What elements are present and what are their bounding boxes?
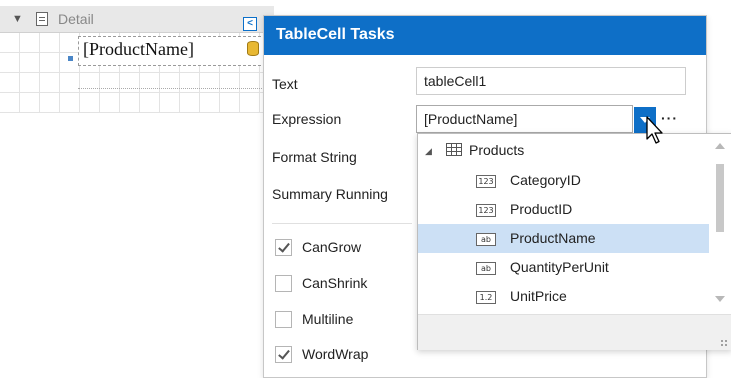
text-input[interactable]: tableCell1 bbox=[416, 67, 686, 95]
scroll-up-icon[interactable] bbox=[715, 143, 725, 149]
expression-label: Expression bbox=[272, 111, 342, 127]
selection-handle[interactable] bbox=[68, 56, 73, 61]
table-cell-text: [ProductName] bbox=[83, 39, 194, 59]
numeric-type-icon: 123 bbox=[476, 175, 496, 188]
string-type-icon: ab bbox=[476, 233, 496, 246]
field-item-unitprice[interactable]: 1.2 UnitPrice bbox=[418, 282, 709, 311]
field-label: ProductID bbox=[510, 201, 573, 217]
expand-arrow-icon[interactable]: ◢ bbox=[425, 146, 432, 157]
wordwrap-checkbox[interactable] bbox=[275, 346, 292, 363]
field-item-productname[interactable]: ab ProductName bbox=[418, 224, 709, 253]
dropdown-footer bbox=[418, 314, 731, 350]
field-label: QuantityPerUnit bbox=[510, 259, 609, 275]
field-label: UnitPrice bbox=[510, 288, 567, 304]
detail-band-header[interactable]: ▼ Detail < bbox=[0, 6, 274, 33]
smart-tag-icon[interactable]: < bbox=[243, 17, 257, 31]
tree-node-products[interactable]: ◢ Products bbox=[418, 136, 709, 165]
field-item-categoryid[interactable]: 123 CategoryID bbox=[418, 166, 709, 195]
vertical-scrollbar[interactable] bbox=[709, 134, 731, 314]
cangrow-checkbox[interactable] bbox=[275, 239, 292, 256]
table-cell[interactable]: [ProductName] bbox=[78, 36, 266, 66]
database-icon bbox=[247, 41, 259, 56]
decimal-type-icon: 1.2 bbox=[476, 291, 496, 304]
band-label: Detail bbox=[58, 11, 94, 27]
string-type-icon: ab bbox=[476, 262, 496, 275]
numeric-type-icon: 123 bbox=[476, 204, 496, 217]
table-icon bbox=[446, 143, 462, 156]
collapse-arrow-icon[interactable]: ▼ bbox=[12, 13, 23, 25]
field-label: ProductName bbox=[510, 230, 596, 246]
panel-title: TableCell Tasks bbox=[276, 26, 395, 43]
panel-header: TableCell Tasks bbox=[264, 16, 706, 55]
resize-grip-icon[interactable] bbox=[720, 339, 728, 347]
multiline-checkbox[interactable] bbox=[275, 311, 292, 328]
field-item-productid[interactable]: 123 ProductID bbox=[418, 195, 709, 224]
scroll-thumb[interactable] bbox=[716, 164, 724, 232]
format-string-label: Format String bbox=[272, 149, 357, 165]
expression-input[interactable]: [ProductName] bbox=[416, 105, 633, 133]
field-label: CategoryID bbox=[510, 172, 581, 188]
field-item-quantityperunit[interactable]: ab QuantityPerUnit bbox=[418, 253, 709, 282]
cell-divider bbox=[78, 88, 264, 89]
text-label: Text bbox=[272, 76, 298, 92]
summary-running-label: Summary Running bbox=[272, 186, 388, 202]
tree-node-label: Products bbox=[469, 142, 525, 158]
field-tree: ◢ Products 123 CategoryID 123 ProductID … bbox=[418, 134, 709, 314]
canshrink-checkbox[interactable] bbox=[275, 275, 292, 292]
scroll-down-icon[interactable] bbox=[715, 296, 725, 302]
panel-divider bbox=[272, 223, 412, 224]
wordwrap-label[interactable]: WordWrap bbox=[302, 346, 368, 362]
cangrow-label[interactable]: CanGrow bbox=[302, 239, 361, 255]
band-icon bbox=[36, 12, 48, 26]
mouse-cursor-icon bbox=[646, 116, 663, 144]
multiline-label[interactable]: Multiline bbox=[302, 311, 353, 327]
field-list-dropdown: ◢ Products 123 CategoryID 123 ProductID … bbox=[417, 133, 731, 350]
canshrink-label[interactable]: CanShrink bbox=[302, 275, 367, 291]
